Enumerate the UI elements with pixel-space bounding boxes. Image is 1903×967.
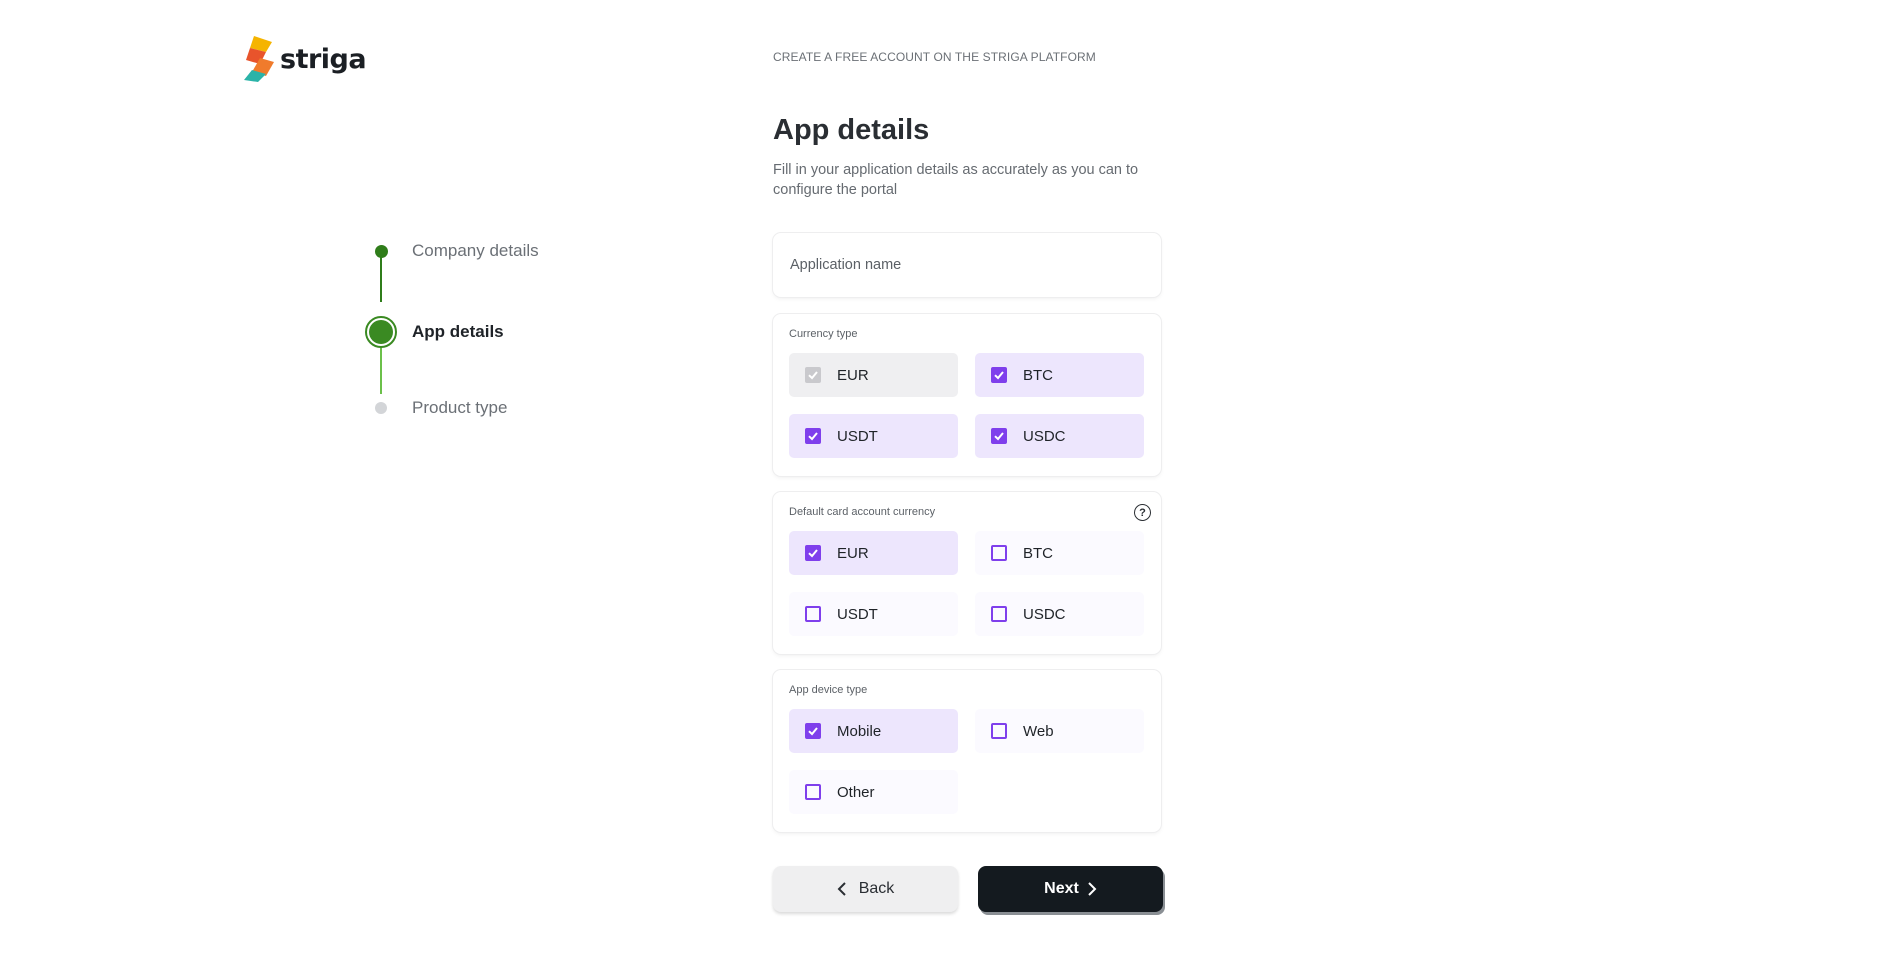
default-currency-option-usdc[interactable]: USDC (975, 592, 1144, 636)
group-label: Currency type (789, 328, 858, 340)
checkbox-checked-icon[interactable] (991, 428, 1007, 444)
option-label: BTC (1023, 366, 1053, 384)
page-title: App details (773, 114, 930, 146)
device-option-mobile[interactable]: Mobile (789, 709, 958, 753)
app-device-type-group: App device type Mobile Web Other (773, 670, 1161, 832)
chevron-left-icon (837, 882, 846, 896)
application-name-card (773, 233, 1161, 297)
option-label: USDT (837, 427, 878, 445)
checkbox-checked-disabled-icon (805, 367, 821, 383)
step-company-details[interactable]: Company details (364, 241, 539, 261)
option-label: EUR (837, 544, 869, 562)
stepper-connector (380, 342, 382, 394)
striga-logo[interactable]: striga (244, 36, 367, 82)
option-label: BTC (1023, 544, 1053, 562)
option-label: Mobile (837, 722, 882, 740)
group-label: App device type (789, 684, 868, 696)
option-label: Other (837, 783, 875, 801)
device-option-web[interactable]: Web (975, 709, 1144, 753)
group-label-text: Default card account currency (789, 506, 936, 518)
question-circle-icon[interactable]: ? (1134, 504, 1151, 521)
currency-type-group: Currency type EUR BTC USDT USDC (773, 314, 1161, 476)
chevron-right-icon (1088, 882, 1097, 896)
option-label: USDT (837, 605, 878, 623)
default-card-currency-group: Default card account currency ? EUR BTC … (773, 492, 1161, 654)
checkbox-unchecked-icon[interactable] (805, 606, 821, 622)
step-app-details[interactable]: App details (364, 316, 504, 348)
checkbox-checked-icon[interactable] (805, 428, 821, 444)
back-button[interactable]: Back (773, 866, 958, 912)
step-completed-dot (374, 244, 388, 258)
currency-option-usdt[interactable]: USDT (789, 414, 958, 458)
default-currency-option-eur[interactable]: EUR (789, 531, 958, 575)
currency-option-eur: EUR (789, 353, 958, 397)
device-option-other[interactable]: Other (789, 770, 958, 814)
default-currency-option-usdt[interactable]: USDT (789, 592, 958, 636)
checkbox-unchecked-icon[interactable] (991, 723, 1007, 739)
application-name-input[interactable] (790, 257, 1140, 273)
progress-stepper: Company details App details Product type (364, 236, 664, 436)
step-label: Product type (412, 398, 508, 417)
option-label: Web (1023, 722, 1054, 740)
checkbox-checked-icon[interactable] (805, 545, 821, 561)
stepper-connector (380, 254, 382, 302)
striga-logo-icon (244, 36, 274, 82)
option-label: USDC (1023, 427, 1066, 445)
option-label: USDC (1023, 605, 1066, 623)
back-button-label: Back (858, 880, 895, 897)
checkbox-unchecked-icon[interactable] (991, 606, 1007, 622)
form-actions: Back Next (773, 866, 1163, 912)
checkbox-unchecked-icon[interactable] (991, 545, 1007, 561)
next-button[interactable]: Next (978, 866, 1163, 912)
group-label: Default card account currency ? (789, 504, 1151, 521)
checkbox-unchecked-icon[interactable] (805, 784, 821, 800)
currency-option-btc[interactable]: BTC (975, 353, 1144, 397)
currency-option-usdc[interactable]: USDC (975, 414, 1144, 458)
step-pending-dot (375, 402, 387, 414)
step-label: App details (412, 322, 504, 341)
brand-name: striga (280, 43, 367, 75)
default-currency-option-btc[interactable]: BTC (975, 531, 1144, 575)
step-label: Company details (412, 241, 539, 260)
step-active-dot (365, 316, 397, 348)
next-button-label: Next (1044, 880, 1079, 897)
page-eyebrow: CREATE A FREE ACCOUNT ON THE STRIGA PLAT… (773, 50, 1096, 64)
page-subtitle: Fill in your application details as accu… (773, 162, 1139, 198)
checkbox-checked-icon[interactable] (805, 723, 821, 739)
option-label: EUR (837, 366, 869, 384)
step-product-type[interactable]: Product type (364, 398, 507, 418)
checkbox-checked-icon[interactable] (991, 367, 1007, 383)
